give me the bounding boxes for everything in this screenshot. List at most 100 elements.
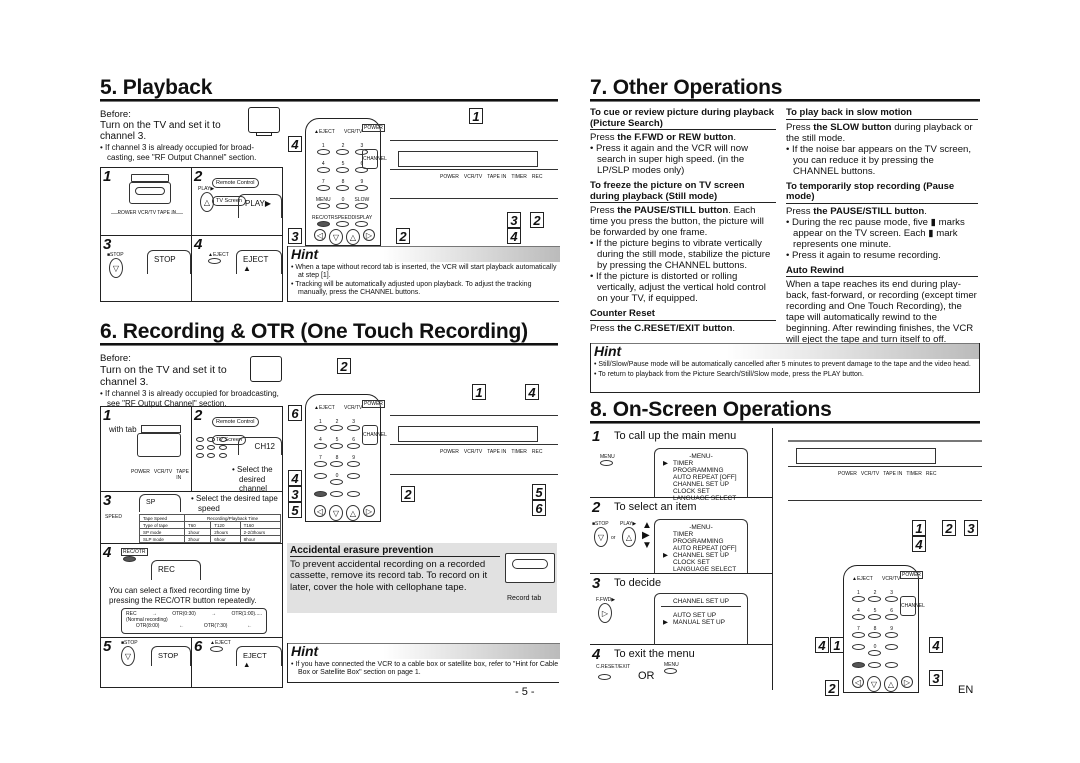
- section-title-recording: 6. Recording & OTR (One Touch Recording): [100, 320, 528, 343]
- callout-label: 5: [532, 484, 546, 500]
- indicator-label: REC: [531, 174, 543, 180]
- before-label: Before:: [100, 109, 131, 120]
- selection-cursor-icon: ▶: [663, 552, 668, 559]
- instruction-text: Press: [590, 132, 618, 143]
- recording-step-6: 6 ▲EJECT EJECT ▲: [192, 638, 282, 688]
- step-number: 2: [194, 168, 203, 185]
- recording-steps-grid: 1 with tab POWER VCR/TV TAPE IN 2 Remote…: [100, 406, 283, 688]
- callout-label: 2: [337, 358, 351, 374]
- table-row: SP mode 1hour 2hours 2-2/3hours: [139, 528, 282, 536]
- onscreen-step-2: 2 To select an item ■STOP ▽ or PLAY▶ △ ▲…: [590, 499, 772, 574]
- table-header: Recording/Playback Time: [184, 514, 281, 522]
- recording-step-1: 1 with tab POWER VCR/TV TAPE IN: [101, 407, 191, 491]
- selection-cursor-icon: ▶: [663, 619, 668, 626]
- submenu-list: AUTO SET UP ▶ MANUAL SET UP: [661, 612, 741, 626]
- subsection-heading: To cue or review picture during playback…: [590, 107, 776, 130]
- callout-label: 3: [964, 520, 978, 536]
- callout-label: 4: [929, 637, 943, 653]
- recording-hint: Hint • If you have connected the VCR to …: [287, 643, 560, 683]
- remote-eject-label: ▲EJECT: [852, 576, 873, 582]
- section-title-playback: 5. Playback: [100, 76, 213, 99]
- menu-item: ▶ CHANNEL SET UP: [663, 552, 729, 559]
- playback-step-3: 3 ■STOP ▽ STOP: [101, 236, 191, 302]
- callout-label: 1: [912, 520, 926, 536]
- indicator-label: TAPE IN: [883, 471, 903, 477]
- record-tab-label: Record tab: [507, 595, 542, 602]
- channel-button: CHANNEL: [362, 425, 387, 445]
- hint-item: When a tape without record tab is insert…: [295, 264, 557, 279]
- before-text: channel 3.: [100, 131, 147, 142]
- ffwd-button-icon: ▷: [363, 505, 375, 517]
- callout-label: 6: [532, 500, 546, 516]
- callout-label: 4: [815, 637, 829, 653]
- button-label: ▲EJECT: [208, 252, 229, 258]
- title-rule: [100, 343, 558, 346]
- subsection-heading: To play back in slow motion: [786, 107, 978, 120]
- menu-list: ▶ TIMER PROGRAMMING AUTO REPEAT [OFF] CHANN…: [661, 460, 741, 502]
- step-number: 1: [103, 168, 112, 185]
- creset-button-icon: [598, 674, 611, 680]
- remote-power-label: POWER: [362, 400, 385, 408]
- callout-label: 4: [288, 136, 302, 152]
- tv-icon: [248, 107, 280, 133]
- play-button-icon: △: [622, 527, 636, 547]
- bullet-text: During the rec pause mode, five ▮ marks …: [792, 216, 965, 250]
- hint-title: Hint: [594, 343, 622, 359]
- other-ops-hint: Hint • Still/Slow/Pause mode will be aut…: [590, 343, 980, 393]
- menu-item: CHANNEL SET UP: [673, 481, 729, 488]
- tv-screen-text: EJECT ▲: [236, 646, 282, 669]
- onscreen-steps: 1 To call up the main menu MENU -MENU- ▶…: [590, 428, 773, 690]
- button-label: C.RESET/EXIT: [596, 664, 631, 670]
- other-ops-col-left: To cue or review picture during playback…: [590, 107, 776, 334]
- instruction-text: .: [924, 205, 927, 217]
- tv-screen-text: SP: [139, 494, 181, 512]
- erasure-prevention-box: Accidental erasure prevention To prevent…: [287, 543, 557, 613]
- instruction-text: Press: [590, 205, 618, 216]
- number-keypad-icon: [196, 437, 230, 458]
- onscreen-step-3: 3 To decide F.FWD▶ ▷ CHANNEL SET UP AUTO…: [590, 575, 772, 645]
- rew-button-icon: ◁: [314, 505, 326, 517]
- hint-item: Still/Slow/Pause mode will be automatica…: [598, 361, 971, 368]
- eject-button-icon: [208, 258, 221, 264]
- recording-step-3: 3 SP • Select the desired tape speed SPE…: [101, 492, 282, 543]
- cassette-icon: [137, 433, 181, 457]
- bullet-text: Press it again and the VCR will now sear…: [596, 143, 749, 176]
- remote-control-illustration: ▲EJECT VCR/TV POWER 123 456 789 0 CHANNE…: [843, 565, 925, 693]
- menu-item: CLOCK SET: [673, 559, 710, 566]
- step-caption: To decide: [614, 577, 662, 589]
- callout-label: 3: [507, 212, 521, 228]
- bullet-text: Press it again to resume recording.: [792, 249, 941, 261]
- or-label: or: [611, 535, 616, 541]
- callout-label: 2: [530, 212, 544, 228]
- button-name: the PAUSE/STILL button: [813, 205, 925, 217]
- table-cell: SLP mode: [139, 535, 185, 543]
- remote-control-illustration: ▲EJECT VCR/TV POWER 1 2 3 4 5 6 7 8 9 ME…: [305, 118, 387, 246]
- tv-icon: [250, 356, 282, 382]
- remote-vcrtv-label: VCR/TV: [344, 405, 363, 411]
- or-label: OR: [638, 670, 655, 682]
- menu-button-icon: [600, 460, 613, 466]
- menu-button-icon: [664, 668, 677, 674]
- menu-item: AUTO SET UP: [673, 612, 717, 619]
- indicator-label: VCR/TV: [860, 471, 880, 477]
- callout-label: 2: [825, 680, 839, 696]
- table-cell: 2hours: [210, 528, 241, 536]
- subsection-heading: To temporarily stop recording (Pause mod…: [786, 181, 978, 204]
- step-caption: To select an item: [614, 501, 697, 513]
- callout-label: 1: [469, 108, 483, 124]
- step-number: 4: [592, 646, 601, 663]
- indicator-label: TIMER: [906, 471, 922, 477]
- callout-label: 4: [912, 536, 926, 552]
- step-number: 3: [103, 236, 112, 253]
- subsection-heading: Auto Rewind: [786, 265, 978, 277]
- channel-button: CHANNEL: [362, 149, 387, 169]
- remote-eject-label: ▲EJECT: [314, 405, 335, 411]
- erasure-title: Accidental erasure prevention: [290, 545, 500, 557]
- tv-screen-text: STOP: [147, 250, 191, 274]
- playback-steps-grid: 1 POWER VCR/TV TAPE IN 2 Remote Control …: [100, 167, 283, 302]
- menu-screen: -MENU- ▶ TIMER PROGRAMMING AUTO REPEAT [OF…: [654, 448, 748, 502]
- otr-step: OTR(8:00): [135, 623, 160, 629]
- remote-power-label: POWER: [900, 571, 923, 579]
- step-number: 2: [592, 499, 601, 516]
- playback-step-2: 2 Remote Control TV Screen PLAY▶ △ PLAY▶: [192, 168, 282, 235]
